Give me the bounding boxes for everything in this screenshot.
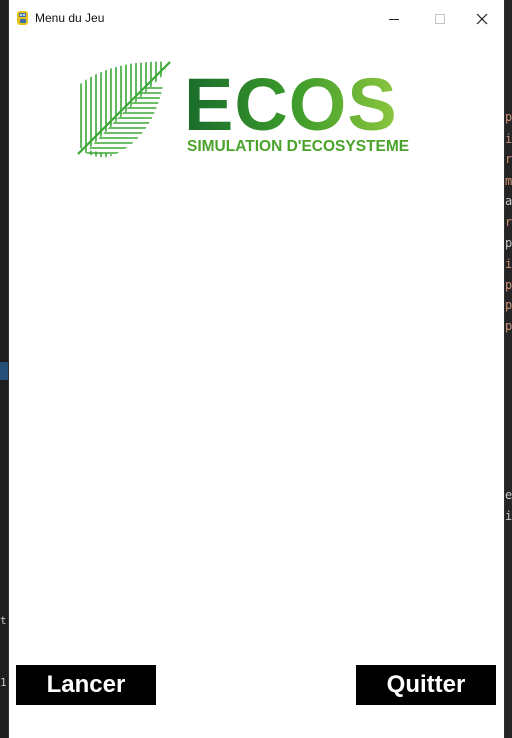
background-code-char: r [505, 152, 512, 166]
minimize-icon [389, 18, 399, 20]
background-code-char: 1 [0, 676, 6, 689]
background-selection [0, 362, 8, 380]
window-title: Menu du Jeu [35, 11, 105, 25]
close-button[interactable] [459, 0, 505, 37]
background-code-char: e [505, 488, 512, 502]
background-code-char: p [505, 278, 512, 292]
maximize-icon [435, 13, 445, 24]
background-code-char: m [505, 174, 512, 188]
logo-wordmark: ECOS [184, 63, 398, 146]
background-code-char: p [505, 319, 512, 333]
python-snake-icon [15, 10, 31, 26]
background-code-char: p [505, 110, 512, 124]
ecos-logo: ECOS SIMULATION D'ECOSYSTEME [66, 58, 416, 164]
background-code-char: i [505, 132, 512, 146]
background-code-char: r [505, 215, 512, 229]
background-code-char: i [505, 509, 512, 523]
quit-button[interactable]: Quitter [356, 665, 496, 705]
launch-button[interactable]: Lancer [16, 665, 156, 705]
background-code-char: a [505, 194, 512, 208]
maximize-button[interactable] [417, 0, 463, 37]
game-menu-window: Menu du Jeu ECOS SIMULATION D'ECOSYSTEME… [8, 0, 505, 738]
title-bar[interactable]: Menu du Jeu [9, 0, 504, 37]
background-code-char: t [0, 614, 6, 627]
close-icon [476, 13, 488, 24]
background-code-char: i [505, 257, 512, 271]
logo-tagline: SIMULATION D'ECOSYSTEME [187, 138, 409, 155]
background-code-char: p [505, 236, 512, 250]
minimize-button[interactable] [371, 0, 417, 37]
background-code-char: p [505, 298, 512, 312]
leaf-icon: ECOS SIMULATION D'ECOSYSTEME [77, 61, 409, 158]
